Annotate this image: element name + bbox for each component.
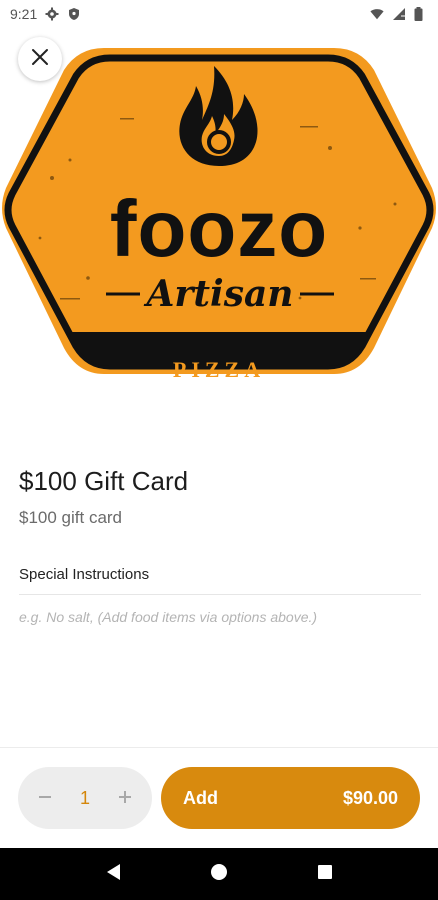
- signal-icon: [392, 7, 406, 21]
- battery-icon: [414, 7, 428, 21]
- status-left: 9:21: [10, 6, 81, 22]
- bottom-divider: [0, 747, 438, 748]
- hero-image: foozo Artisan PIZZA: [0, 28, 438, 418]
- minus-icon: [37, 784, 53, 812]
- brand-banner: PIZZA: [173, 357, 265, 382]
- brand-name: foozo: [110, 184, 328, 273]
- quantity-stepper: 1: [18, 767, 152, 829]
- status-time: 9:21: [10, 6, 38, 22]
- system-nav-bar: [0, 848, 438, 900]
- add-button-label: Add: [183, 787, 218, 808]
- special-instructions-input[interactable]: [19, 594, 421, 630]
- shield-icon: [67, 7, 81, 21]
- item-title: $100 Gift Card: [19, 466, 189, 496]
- foozo-logo: foozo Artisan PIZZA: [2, 48, 436, 382]
- back-icon: [104, 862, 122, 887]
- close-icon: [31, 48, 49, 71]
- brand-script: Artisan: [144, 273, 294, 315]
- special-instructions-label: Special Instructions: [19, 566, 150, 583]
- back-button[interactable]: [93, 854, 133, 894]
- recents-icon: [317, 864, 333, 885]
- home-icon: [210, 863, 228, 886]
- recents-button[interactable]: [305, 854, 345, 894]
- gear-icon: [45, 7, 59, 21]
- decrement-button[interactable]: [34, 787, 56, 809]
- status-right: [370, 7, 428, 21]
- wifi-icon: [370, 7, 384, 21]
- add-button-price: $90.00: [342, 787, 398, 808]
- close-button[interactable]: [18, 37, 62, 81]
- add-to-cart-button[interactable]: Add $90.00: [161, 767, 420, 829]
- increment-button[interactable]: [114, 787, 136, 809]
- quantity-value: 1: [79, 787, 90, 808]
- plus-icon: [117, 784, 133, 812]
- item-description: $100 gift card: [19, 508, 123, 527]
- status-bar: 9:21: [0, 0, 438, 28]
- home-button[interactable]: [199, 854, 239, 894]
